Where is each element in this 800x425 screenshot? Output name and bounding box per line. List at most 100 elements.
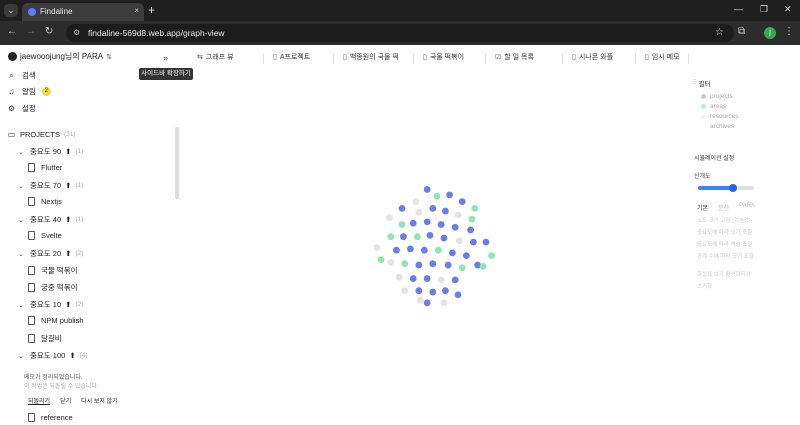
graph-node-project[interactable]	[451, 223, 459, 231]
graph-node-resource[interactable]	[416, 296, 424, 304]
expand-sidebar-icon[interactable]: »	[163, 53, 168, 63]
graph-node-project[interactable]	[449, 249, 456, 257]
dont-show-again-button[interactable]: 다시 보지 않기	[81, 396, 117, 405]
note-tab[interactable]: ▯ 임시 메모	[645, 52, 680, 62]
project-item[interactable]: 궁중 떡볶이	[28, 282, 78, 293]
graph-node-project[interactable]	[458, 198, 466, 205]
menu-notifications[interactable]: ♫ 알림 2	[7, 86, 51, 97]
graph-node-project[interactable]	[429, 204, 437, 212]
browser-tab[interactable]: Findaline ×	[22, 3, 144, 21]
graph-node-project[interactable]	[423, 299, 431, 307]
graph-view[interactable]	[360, 180, 500, 315]
graph-node-area[interactable]	[433, 192, 441, 200]
toggle-arrows-link[interactable]: 화살표 보기 활성화하기	[697, 269, 800, 281]
filter-item[interactable]: projects	[701, 91, 800, 101]
graph-node-resource[interactable]	[412, 198, 420, 205]
spread-slider-knob[interactable]	[728, 184, 737, 192]
graph-node-area[interactable]	[435, 246, 442, 254]
graph-node-resource[interactable]	[387, 258, 395, 266]
graph-node-project[interactable]	[407, 245, 414, 253]
project-group[interactable]: ⌄ 중요도 100 ⬆ (4)	[18, 350, 88, 361]
project-item[interactable]: Flutter	[28, 163, 62, 172]
site-info-icon[interactable]: ⚙	[73, 28, 80, 37]
mode-default[interactable]: 기본	[697, 203, 708, 212]
graph-node-area[interactable]	[458, 264, 466, 272]
project-item[interactable]: NPM publish	[28, 316, 84, 325]
projects-header[interactable]: ▭ PROJECTS (31)	[7, 130, 76, 139]
filter-item[interactable]: areas	[701, 101, 800, 111]
graph-node-area[interactable]	[401, 260, 409, 268]
sidebar-scrollbar[interactable]	[175, 127, 179, 199]
filter-item[interactable]: archives	[701, 121, 800, 131]
forward-icon[interactable]: →	[26, 26, 36, 38]
graph-node-project[interactable]	[400, 233, 407, 241]
filter-item[interactable]: resources	[701, 111, 800, 121]
note-tab[interactable]: ▯ 백종원의 국물 떡	[343, 52, 399, 62]
graph-node-project[interactable]	[440, 234, 448, 242]
graph-node-project[interactable]	[482, 238, 490, 246]
graph-node-area[interactable]	[387, 233, 395, 241]
tab-search-icon[interactable]: ⌄	[4, 4, 18, 17]
display-option[interactable]: 노드 크기 고정 (기본값)	[697, 215, 800, 227]
graph-node-project[interactable]	[423, 275, 431, 282]
extensions-icon[interactable]: ⧉	[738, 26, 745, 37]
graph-node-resource[interactable]	[454, 211, 462, 219]
minimize-icon[interactable]: —	[734, 4, 743, 14]
graph-node-project[interactable]	[467, 226, 474, 234]
graph-node-area[interactable]	[468, 215, 476, 223]
project-group[interactable]: ⌄ 중요도 90 ⬆ (1)	[18, 146, 83, 157]
graph-node-area[interactable]	[488, 252, 495, 259]
profile-avatar[interactable]: j	[764, 27, 776, 39]
reset-link[interactable]: 초기화	[697, 281, 800, 293]
graph-node-project[interactable]	[409, 275, 417, 282]
menu-settings[interactable]: ⚙ 설정	[7, 103, 36, 114]
project-item[interactable]: 국물 떡볶이	[28, 265, 78, 276]
graph-node-resource[interactable]	[456, 237, 463, 245]
project-item[interactable]: Nextjs	[28, 197, 62, 206]
reference-item[interactable]: reference	[28, 413, 73, 422]
graph-node-project[interactable]	[442, 207, 449, 215]
graph-node-area[interactable]	[398, 221, 406, 228]
close-notice-button[interactable]: 닫기	[60, 396, 71, 405]
graph-node-project[interactable]	[415, 287, 423, 295]
graph-node-project[interactable]	[429, 288, 437, 296]
note-tab[interactable]: ☑ 할 일 목록	[495, 52, 534, 62]
project-group[interactable]: ⌄ 중요도 20 ⬆ (2)	[18, 248, 83, 259]
note-tab[interactable]: ▯ 국물 떡볶이	[423, 52, 464, 62]
graph-node-area[interactable]	[479, 263, 487, 270]
graph-node-project[interactable]	[409, 219, 417, 227]
graph-node-resource[interactable]	[373, 244, 381, 251]
graph-node-project[interactable]	[398, 204, 406, 212]
graph-node-project[interactable]	[446, 191, 453, 199]
display-option[interactable]: 중요도에 따라 크기 조절	[697, 227, 800, 239]
graph-node-resource[interactable]	[401, 287, 409, 295]
menu-search[interactable]: ⌕ 검색	[7, 70, 36, 81]
graph-node-project[interactable]	[470, 238, 477, 246]
graph-node-project[interactable]	[437, 221, 445, 228]
graph-node-resource[interactable]	[415, 209, 423, 216]
graph-node-resource[interactable]	[395, 273, 403, 281]
project-group[interactable]: ⌄ 중요도 70 ⬆ (1)	[18, 180, 83, 191]
project-group[interactable]: ⌄ 중요도 10 ⬆ (2)	[18, 299, 83, 310]
graph-node-project[interactable]	[454, 291, 462, 299]
graph-node-project[interactable]	[444, 261, 452, 269]
graph-node-area[interactable]	[471, 204, 479, 212]
graph-node-project[interactable]	[421, 246, 428, 254]
graph-node-project[interactable]	[415, 261, 423, 269]
new-tab-button[interactable]: +	[148, 3, 155, 17]
bookmark-star-icon[interactable]: ☆	[715, 27, 724, 38]
mode-para[interactable]: PARA	[739, 203, 755, 212]
graph-node-project[interactable]	[423, 218, 431, 226]
url-input[interactable]: ⚙ findaline-569d8.web.app/graph-view ☆	[66, 24, 734, 42]
graph-node-project[interactable]	[429, 260, 437, 268]
display-option[interactable]: 관계 수에 따라 크기 조절	[697, 251, 800, 263]
project-group[interactable]: ⌄ 중요도 40 ⬆ (1)	[18, 214, 83, 225]
display-option[interactable]: 중요도에 따라 색상 조절	[697, 239, 800, 251]
note-tab[interactable]: ▯ A프로젝트	[273, 52, 310, 62]
graph-node-resource[interactable]	[440, 299, 448, 307]
spread-slider[interactable]	[698, 184, 754, 192]
reload-icon[interactable]: ↻	[45, 26, 53, 38]
note-tab[interactable]: ⇆ 그래프 뷰	[197, 52, 234, 62]
tab-close-icon[interactable]: ×	[134, 6, 139, 15]
graph-node-resource[interactable]	[437, 276, 445, 284]
